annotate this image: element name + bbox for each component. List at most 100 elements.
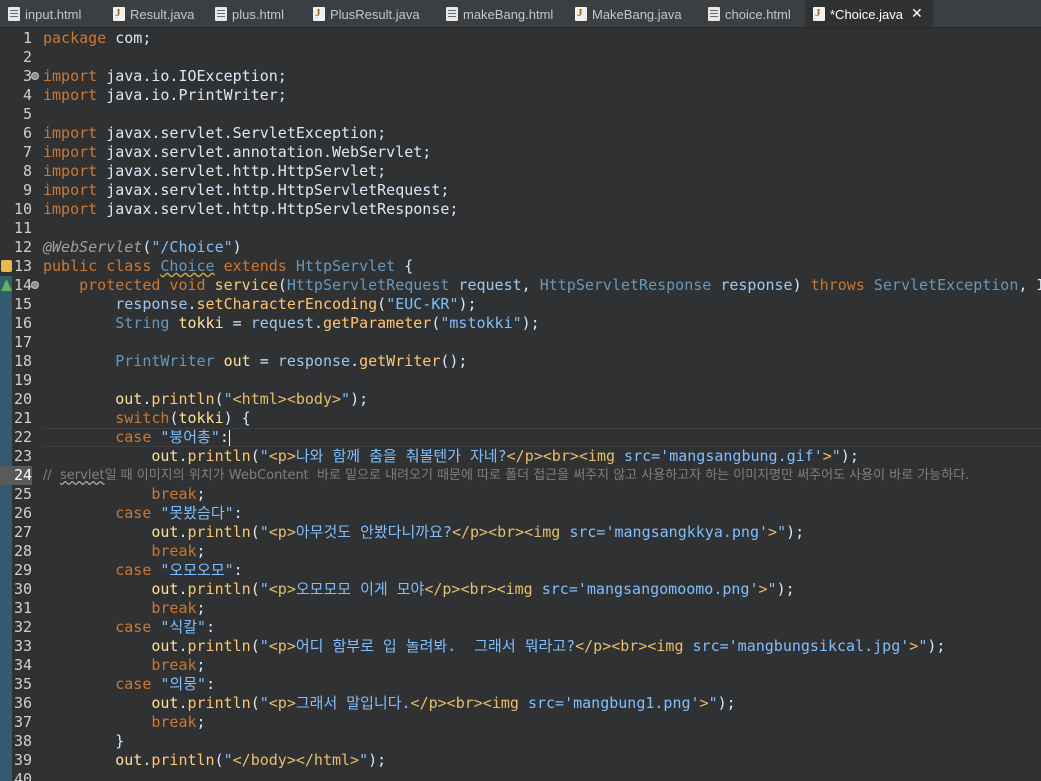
code-line[interactable]: import javax.servlet.annotation.WebServl… — [43, 143, 431, 162]
code-token: > — [758, 580, 768, 598]
fold-toggle-icon[interactable] — [31, 72, 39, 80]
code-token: java.io.PrintWriter; — [97, 86, 287, 104]
code-line[interactable]: case "의뭉": — [43, 675, 215, 694]
code-line[interactable]: protected void service(HttpServletReques… — [43, 276, 1041, 295]
line-number: 31 — [13, 599, 32, 617]
code-token: ( — [250, 523, 260, 541]
code-token: " — [259, 447, 269, 465]
code-line[interactable]: @WebServlet("/Choice") — [43, 238, 242, 257]
code-line[interactable]: switch(tokki) { — [43, 409, 250, 428]
code-token: case — [115, 561, 161, 579]
code-token: = — [250, 352, 278, 370]
code-token: case — [115, 675, 161, 693]
code-line[interactable]: package com; — [43, 29, 151, 48]
code-line[interactable]: case "식칼": — [43, 618, 215, 637]
code-line[interactable]: import java.io.IOException; — [43, 67, 287, 86]
code-line[interactable]: import javax.servlet.http.HttpServlet; — [43, 162, 386, 181]
code-line[interactable]: out.println("<p>나와 함께 춤을 춰볼텐가 자네?</p><br… — [43, 447, 859, 466]
code-line[interactable]: out.println("<p>어디 함부로 입 놀려봐. 그래서 뭐라고?</… — [43, 637, 945, 656]
code-line[interactable]: out.println("<p>그래서 말입니다.</p><br><img sr… — [43, 694, 735, 713]
tab-makebang-java[interactable]: MakeBang.java — [575, 0, 682, 27]
line-number: 6 — [22, 124, 32, 142]
code-line[interactable]: break; — [43, 713, 205, 732]
code-line[interactable]: public class Choice extends HttpServlet … — [43, 257, 413, 276]
code-line[interactable]: out.println("</body></html>"); — [43, 751, 386, 770]
line-number: 30 — [13, 580, 32, 598]
code-line[interactable]: out.println("<html><body>"); — [43, 390, 368, 409]
code-line[interactable]: // servlet일 때 이미지의 위치가 WebContent 바로 밑으로… — [43, 466, 969, 485]
fold-toggle-icon[interactable] — [31, 281, 39, 289]
code-token: "오모오모" — [160, 561, 234, 579]
line-number: 26 — [13, 504, 32, 522]
code-line[interactable]: response.setCharacterEncoding("EUC-KR"); — [43, 295, 477, 314]
code-token: . — [178, 637, 188, 655]
code-token: throws — [810, 276, 874, 294]
code-token: </p><br><img — [506, 447, 625, 465]
code-token: java.io.IOException; — [97, 67, 287, 85]
code-line[interactable]: import javax.servlet.http.HttpServletReq… — [43, 181, 449, 200]
line-number: 28 — [13, 542, 32, 560]
code-token: ; — [196, 656, 206, 674]
line-number: 3 — [22, 67, 32, 85]
tab-input-html[interactable]: input.html — [8, 0, 81, 27]
tab-plus-html[interactable]: plus.html — [215, 0, 284, 27]
code-line[interactable]: break; — [43, 485, 205, 504]
line-number: 22 — [13, 428, 32, 446]
code-editor[interactable]: 1 2 3 4 5 6 7 8 9 10 11 12 13 14 15 16 17 18 19 20 21 22 23 24 2… — [0, 28, 1041, 781]
code-token: import — [43, 162, 98, 180]
line-number: 12 — [13, 238, 32, 256]
line-number: 32 — [13, 618, 32, 636]
code-token: </p><br><img — [410, 694, 528, 712]
code-token: ServletException — [873, 276, 1019, 294]
code-area[interactable]: package com; import java.io.IOException; i… — [43, 28, 1041, 781]
line-number: 38 — [13, 732, 32, 750]
code-line[interactable]: break; — [43, 542, 205, 561]
code-token: ); — [840, 447, 859, 465]
tab-result-java[interactable]: Result.java — [113, 0, 194, 27]
line-number: 37 — [13, 713, 32, 731]
code-token: : — [206, 618, 216, 636]
code-line[interactable]: } — [43, 732, 124, 751]
line-number: 16 — [13, 314, 32, 332]
code-token: tokki — [169, 314, 224, 332]
close-tab-icon[interactable]: ✕ — [911, 6, 923, 22]
code-token: ( — [250, 580, 260, 598]
code-line[interactable]: case "오모오모": — [43, 561, 242, 580]
code-token: "못봤슴다" — [160, 504, 234, 522]
code-line[interactable]: break; — [43, 656, 206, 675]
code-token: "붕어총" — [160, 428, 220, 446]
code-token: " — [359, 751, 369, 769]
code-line[interactable]: import javax.servlet.http.HttpServletRes… — [43, 200, 458, 219]
code-token: response — [277, 352, 351, 370]
code-line[interactable]: case "붕어총": — [43, 428, 230, 447]
code-line[interactable]: out.println("<p>아무것도 안봤다니까요?</p><br><img… — [43, 523, 804, 542]
line-number: 34 — [13, 656, 32, 674]
code-token: package — [43, 29, 107, 47]
tab-choice-java[interactable]: *Choice.java ✕ — [805, 0, 933, 27]
tab-makebang-html[interactable]: makeBang.html — [446, 0, 553, 27]
code-line[interactable]: PrintWriter out = response.getWriter(); — [43, 352, 467, 371]
code-token: 아무것도 안봤다니까요? — [295, 523, 452, 541]
code-line[interactable]: import java.io.PrintWriter; — [43, 86, 287, 105]
line-number: 27 — [13, 523, 32, 541]
code-token: ); — [458, 295, 477, 313]
warning-icon[interactable] — [1, 260, 12, 272]
code-line[interactable]: String tokki = request.getParameter("mst… — [43, 314, 539, 333]
code-line[interactable]: import javax.servlet.ServletException; — [43, 124, 386, 143]
code-token: " — [259, 580, 269, 598]
code-line[interactable]: out.println("<p>오모모모 이게 모야</p><br><img s… — [43, 580, 794, 599]
code-line[interactable]: case "못봤슴다": — [43, 504, 242, 523]
code-line[interactable]: break; — [43, 599, 205, 618]
tab-plusresult-java[interactable]: PlusResult.java — [313, 0, 420, 27]
tab-choice-html[interactable]: choice.html — [708, 0, 791, 27]
code-token: : — [206, 675, 216, 693]
line-number: 8 — [22, 162, 32, 180]
code-token: 오모모모 이게 모야 — [295, 580, 425, 598]
